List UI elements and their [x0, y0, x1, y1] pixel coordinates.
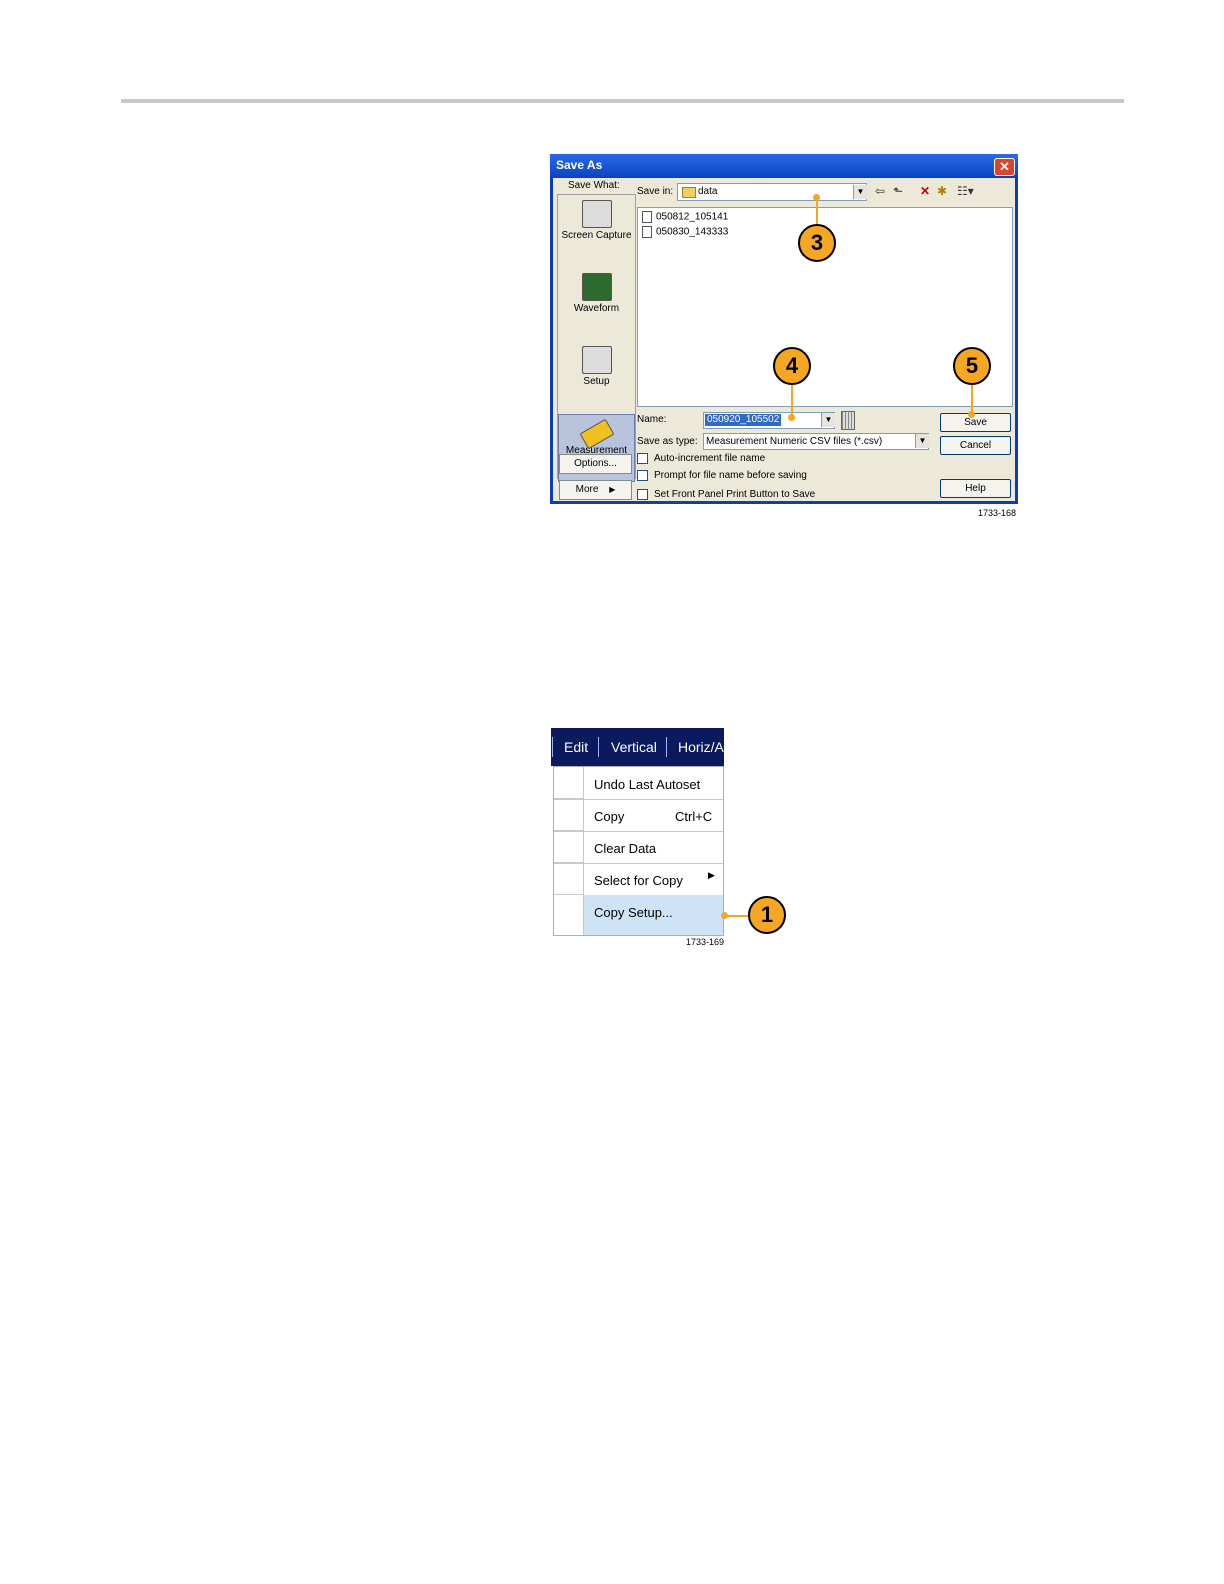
save-in-value: data — [698, 186, 718, 197]
prompt-filename-checkbox[interactable]: Prompt for file name before saving — [637, 470, 807, 484]
chevron-down-icon[interactable]: ▼ — [853, 185, 867, 199]
save-what-screen-capture[interactable]: Screen Capture — [558, 200, 635, 268]
checkbox-box[interactable] — [637, 470, 648, 481]
name-label: Name: — [637, 414, 667, 425]
menu-bar: Edit Vertical Horiz/Ac — [551, 728, 724, 766]
help-button[interactable]: Help — [940, 479, 1011, 498]
side-item-label: Screen Capture — [561, 230, 632, 241]
callout-4: 4 — [773, 347, 811, 385]
menu-item-copy[interactable]: Copy Ctrl+C — [554, 799, 723, 832]
dialog-title: Save As — [556, 158, 603, 172]
menu-item-label: Clear Data — [594, 841, 657, 856]
menu-item-select-for-copy[interactable]: Select for Copy ▶ — [554, 863, 723, 896]
save-what-waveform[interactable]: Waveform — [558, 273, 635, 341]
save-what-label: Save What: — [568, 180, 620, 191]
save-as-type-value: Measurement Numeric CSV files (*.csv) — [706, 436, 883, 447]
print-button-save-checkbox[interactable]: Set Front Panel Print Button to Save — [637, 489, 815, 503]
chevron-right-icon: ▶ — [609, 485, 616, 494]
name-input[interactable]: 050920_105502 ▼ — [703, 412, 835, 429]
save-as-type-dropdown[interactable]: Measurement Numeric CSV files (*.csv) ▼ — [703, 433, 929, 450]
callout-dot — [813, 194, 820, 201]
callout-1: 1 — [748, 896, 786, 934]
save-in-dropdown[interactable]: data ▼ — [677, 183, 867, 201]
checkbox-box[interactable] — [637, 453, 648, 464]
save-what-setup[interactable]: Setup — [558, 346, 635, 414]
views-icon[interactable]: ☷▾ — [957, 184, 974, 198]
save-as-dialog: Save As ✕ Save What: Screen Capture Wave… — [550, 154, 1018, 504]
camera-icon — [581, 200, 612, 228]
checkbox-label: Prompt for file name before saving — [654, 470, 807, 482]
checkbox-box[interactable] — [637, 489, 648, 500]
menu-item-label: Undo Last Autoset — [594, 777, 701, 792]
menu-icon-gutter — [554, 895, 584, 935]
edit-menu: Undo Last Autoset Copy Ctrl+C Clear Data… — [553, 766, 724, 936]
setup-icon — [581, 346, 612, 374]
submenu-arrow-icon: ▶ — [708, 870, 715, 880]
menu-vertical[interactable]: Vertical — [611, 739, 657, 755]
file-icon — [642, 226, 652, 238]
callout-3: 3 — [798, 224, 836, 262]
callout-leader — [724, 915, 750, 917]
options-button[interactable]: Options... — [559, 454, 632, 474]
new-folder-icon[interactable]: ✱ — [937, 184, 947, 198]
menu-separator — [598, 737, 599, 757]
menu-item-undo-last-autoset[interactable]: Undo Last Autoset — [554, 767, 723, 800]
menu-item-label: Select for Copy — [594, 873, 683, 888]
menu-item-label: Copy Setup... — [594, 905, 673, 920]
menu-icon-gutter — [554, 767, 584, 799]
more-label: More — [575, 484, 599, 495]
cancel-button[interactable]: Cancel — [940, 436, 1011, 455]
callout-dot — [788, 414, 795, 421]
keyboard-icon[interactable] — [841, 411, 855, 430]
file-icon — [642, 211, 652, 223]
name-value: 050920_105502 — [705, 414, 782, 426]
delete-icon[interactable]: ✕ — [920, 184, 930, 198]
waveform-icon — [581, 273, 612, 301]
save-as-type-label: Save as type: — [637, 436, 698, 447]
menu-icon-gutter — [554, 799, 584, 831]
side-item-label: Setup — [583, 376, 610, 387]
menu-separator — [552, 737, 553, 757]
figure-number: 1733-168 — [978, 508, 1017, 518]
side-item-label: Waveform — [573, 303, 620, 314]
dialog-body: Save What: Screen Capture Waveform Setup… — [553, 178, 1015, 501]
menu-item-shortcut: Ctrl+C — [675, 809, 713, 824]
save-button[interactable]: Save — [940, 413, 1011, 432]
menu-icon-gutter — [554, 831, 584, 863]
save-in-label: Save in: — [637, 186, 674, 197]
chevron-down-icon[interactable]: ▼ — [821, 413, 835, 427]
figure-number: 1733-169 — [686, 937, 725, 947]
folder-icon — [682, 187, 696, 198]
file-name: 050812_105141 — [656, 211, 729, 223]
header-rule — [121, 99, 1124, 103]
callout-dot — [968, 411, 975, 418]
checkbox-label: Auto-increment file name — [654, 453, 766, 465]
back-icon[interactable]: ⇦ — [875, 184, 885, 198]
more-button[interactable]: More ▶ — [559, 480, 632, 500]
menu-icon-gutter — [554, 863, 584, 895]
dialog-title-bar: Save As — [550, 154, 1018, 177]
list-item[interactable]: 050812_105141 — [642, 211, 728, 225]
save-what-panel: Screen Capture Waveform Setup Measuremen… — [557, 194, 636, 482]
menu-item-clear-data[interactable]: Clear Data — [554, 831, 723, 864]
menu-edit[interactable]: Edit — [564, 739, 588, 755]
file-name: 050830_143333 — [656, 226, 729, 238]
menu-item-label: Copy — [594, 809, 625, 824]
menu-separator — [666, 737, 667, 757]
callout-leader — [816, 197, 818, 225]
up-folder-icon[interactable]: ⬑ — [893, 184, 903, 198]
callout-5: 5 — [953, 347, 991, 385]
list-item[interactable]: 050830_143333 — [642, 226, 728, 240]
chevron-down-icon[interactable]: ▼ — [915, 434, 929, 448]
close-icon[interactable]: ✕ — [994, 158, 1015, 176]
auto-increment-checkbox[interactable]: Auto-increment file name — [637, 453, 765, 467]
menu-horiz-acq[interactable]: Horiz/Ac — [678, 739, 724, 755]
menu-item-copy-setup[interactable]: Copy Setup... — [554, 895, 723, 935]
checkbox-label: Set Front Panel Print Button to Save — [654, 489, 816, 501]
